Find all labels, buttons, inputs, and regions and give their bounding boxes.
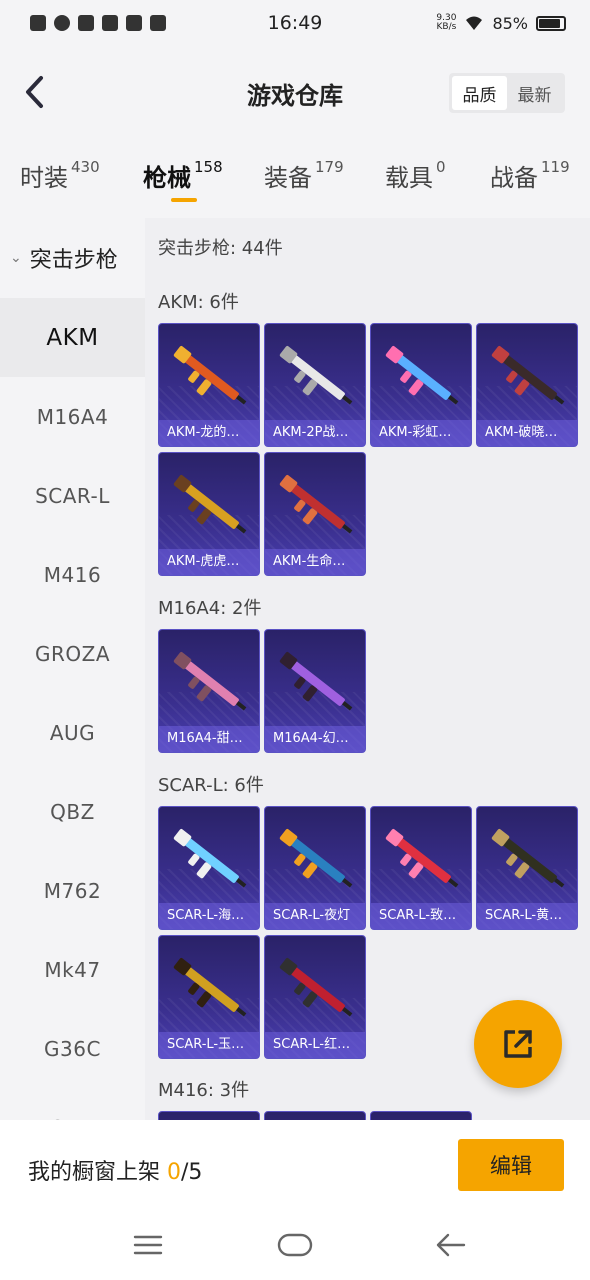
rifle-icon [385,346,459,405]
sidebar-item-qbz[interactable]: QBZ [0,772,145,851]
weapon-skin-name: AKM-彩虹… [371,420,471,446]
weapon-skin-name: SCAR-L-致… [371,903,471,929]
weapon-skin-name: SCAR-L-红… [265,1032,365,1058]
weapon-skin-name: AKM-2P战… [265,420,365,446]
tab-equipment[interactable]: 装备 179 [264,158,344,193]
rifle-icon [279,829,353,888]
weapon-skin-name: SCAR-L-夜灯 [265,903,365,929]
sidebar-item-m762[interactable]: M762 [0,851,145,930]
battery-icon [536,15,566,31]
category-summary: 突击步枪: 44件 [158,238,283,259]
weapon-skin-name: AKM-破晓… [477,420,577,446]
weapon-skin-card[interactable]: SCAR-L-致… [370,806,472,930]
status-bar: 16:49 9.30 KB/s 85% [0,0,590,46]
sort-by-quality[interactable]: 品质 [452,76,507,110]
section-title: AKM: 6件 [158,292,239,313]
rifle-icon [173,652,247,711]
weapon-skin-name: AKM-生命… [265,549,365,575]
weapon-skin-name: SCAR-L-黄… [477,903,577,929]
sidebar-item-mk47[interactable]: Mk47 [0,930,145,1009]
system-nav-bar [0,1220,590,1280]
rifle-icon [385,829,459,888]
weapon-skin-card[interactable]: SCAR-L-海… [158,806,260,930]
section-title: SCAR-L: 6件 [158,775,264,796]
nav-back-icon [436,1233,466,1257]
weapon-skin-name: AKM-龙的… [159,420,259,446]
category-tabs: 时装 430 枪械 158 装备 179 载具 0 战备 119 [0,142,590,218]
weapon-skin-card[interactable]: AKM-生命… [264,452,366,576]
rifle-icon [173,958,247,1017]
weapon-skin-card[interactable]: AKM-龙的… [158,323,260,447]
sidebar-item-g36c[interactable]: G36C [0,1009,145,1088]
weapon-skin-card[interactable] [370,1111,472,1120]
sort-by-newest[interactable]: 最新 [507,76,562,110]
sidebar-item-aug[interactable]: AUG [0,693,145,772]
weapon-skin-card[interactable]: AKM-彩虹… [370,323,472,447]
clock: 16:49 [267,12,323,34]
weapon-skin-name: M16A4-幻… [265,726,365,752]
sidebar-item-ac-val[interactable]: AC-VAL [0,1088,145,1121]
showcase-status: 我的橱窗上架 0/5 [28,1160,203,1185]
weapon-skin-name: SCAR-L-海… [159,903,259,929]
rifle-icon [279,346,353,405]
weapon-list: 突击步枪: 44件 AKM: 6件 AKM-龙的… AKM-2P战… AKM-彩虹… A… [145,218,590,1120]
weapon-skin-card[interactable]: SCAR-L-夜灯 [264,806,366,930]
tab-firearms[interactable]: 枪械 158 [143,158,223,193]
showcase-bar: 我的橱窗上架 0/5 编辑 [0,1120,590,1220]
sidebar-item-groza[interactable]: GROZA [0,614,145,693]
menu-button[interactable] [128,1230,168,1260]
weapon-skin-name: M16A4-甜… [159,726,259,752]
sidebar-item-m16a4[interactable]: M16A4 [0,377,145,456]
tab-fashion[interactable]: 时装 430 [20,158,100,193]
weapon-skin-card[interactable]: AKM-破晓… [476,323,578,447]
sidebar-item-m416[interactable]: M416 [0,535,145,614]
weapon-skin-card[interactable]: SCAR-L-黄… [476,806,578,930]
home-icon [277,1233,313,1257]
weapon-skin-card[interactable]: AKM-虎虎… [158,452,260,576]
weapon-skin-name: SCAR-L-玉… [159,1032,259,1058]
weapon-skin-card[interactable]: SCAR-L-红… [264,935,366,1059]
home-button[interactable] [275,1230,315,1260]
sidebar-item-scar-l[interactable]: SCAR-L [0,456,145,535]
chevron-down-icon: ⌄ [10,250,22,266]
weapon-skin-card[interactable]: SCAR-L-玉… [158,935,260,1059]
section-title: M16A4: 2件 [158,598,262,619]
weapon-skin-card[interactable] [158,1111,260,1120]
weapon-sidebar: ⌄ 突击步枪 AKM M16A4 SCAR-L M416 GROZA AUG Q… [0,218,145,1120]
sidebar-group-assault-rifles[interactable]: ⌄ 突击步枪 [0,218,145,298]
weapon-skin-card[interactable]: M16A4-甜… [158,629,260,753]
rifle-icon [279,958,353,1017]
rifle-icon [173,829,247,888]
share-button[interactable] [474,1000,562,1088]
tab-vehicles[interactable]: 载具 0 [385,158,446,193]
rifle-icon [173,346,247,405]
rifle-icon [173,475,247,534]
rifle-icon [491,346,565,405]
nav-back-button[interactable] [430,1230,470,1260]
weapon-skin-card[interactable]: AKM-2P战… [264,323,366,447]
rifle-icon [491,829,565,888]
sort-toggle: 品质 最新 [449,73,565,113]
tab-gear[interactable]: 战备 119 [490,158,570,193]
weapon-skin-name: AKM-虎虎… [159,549,259,575]
edit-button[interactable]: 编辑 [458,1139,564,1191]
active-tab-indicator [171,198,197,202]
sidebar-item-akm[interactable]: AKM [0,298,145,377]
weapon-skin-card[interactable]: M16A4-幻… [264,629,366,753]
rifle-icon [279,652,353,711]
weapon-skin-card[interactable] [264,1111,366,1120]
section-title: M416: 3件 [158,1080,250,1101]
share-export-icon [504,1030,532,1058]
rifle-icon [279,475,353,534]
header: 游戏仓库 品质 最新 [0,46,590,142]
menu-icon [133,1235,163,1255]
